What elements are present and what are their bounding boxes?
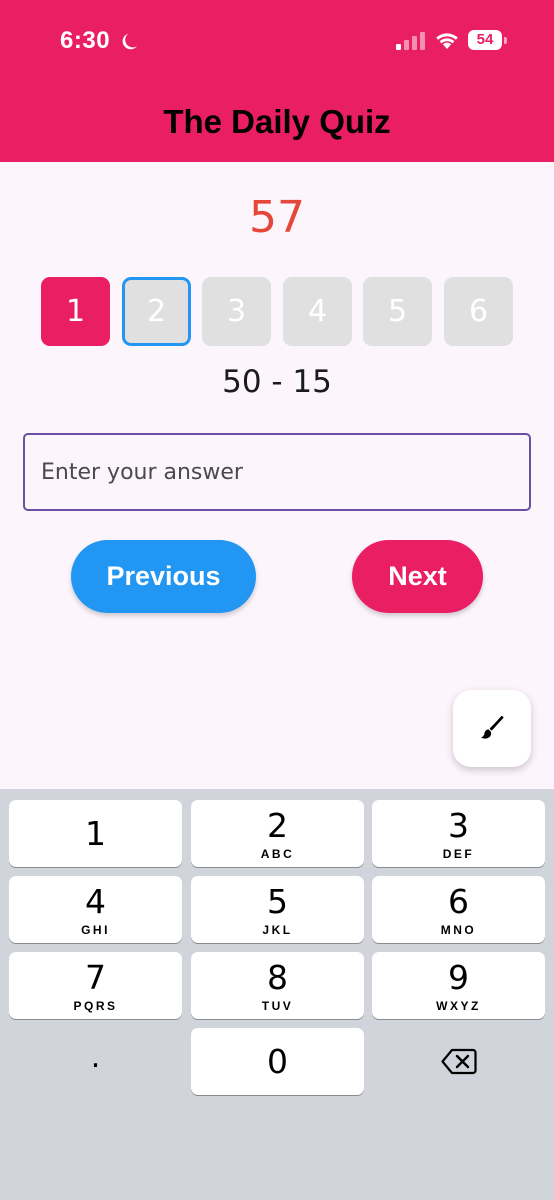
key-digit: 8 [267,958,288,997]
key-digit: 7 [85,958,106,997]
key-digit: 1 [85,814,106,853]
question-tile-3[interactable]: 3 [202,277,271,346]
signal-icon [396,32,425,50]
question-tile-4[interactable]: 4 [283,277,352,346]
status-time: 6:30 [60,27,111,54]
brush-icon [481,715,504,739]
key-1[interactable]: 1 [9,800,182,867]
key-7[interactable]: 7 PQRS [9,952,182,1019]
key-digit: 2 [267,806,288,845]
key-9[interactable]: 9 WXYZ [372,952,545,1019]
key-letters: DEF [442,847,475,861]
battery-level: 54 [476,31,494,48]
key-delete[interactable] [372,1028,545,1095]
key-digit: 6 [448,882,469,921]
brush-button[interactable] [453,690,531,767]
answer-input[interactable] [23,433,531,511]
key-dot-label: . [90,1040,101,1075]
numeric-keyboard: 1 2 ABC 3 DEF 4 GHI 5 JKL 6 MNO 7 PQRS 8… [0,789,554,1200]
moon-icon [122,33,138,50]
question-tile-2[interactable]: 2 [122,277,191,346]
problem-text: 50 - 15 [222,364,332,400]
previous-button[interactable]: Previous [71,540,256,613]
next-button[interactable]: Next [352,540,483,613]
key-digit: 9 [448,958,469,997]
backspace-icon [441,1048,477,1075]
key-0[interactable]: 0 [191,1028,364,1095]
key-letters: JKL [262,923,293,937]
key-6[interactable]: 6 MNO [372,876,545,943]
key-digit: 4 [85,882,106,921]
question-tile-1[interactable]: 1 [41,277,110,346]
key-digit: 5 [267,882,288,921]
key-8[interactable]: 8 TUV [191,952,364,1019]
wifi-icon [436,33,458,49]
key-letters: GHI [81,923,110,937]
key-4[interactable]: 4 GHI [9,876,182,943]
battery-icon: 54 [468,30,508,52]
key-letters: WXYZ [436,999,481,1013]
app-bar: The Daily Quiz [0,85,554,162]
page-title: The Daily Quiz [163,103,391,140]
key-5[interactable]: 5 JKL [191,876,364,943]
status-bar: 6:30 54 [0,0,554,85]
key-2[interactable]: 2 ABC [191,800,364,867]
question-tile-6[interactable]: 6 [444,277,513,346]
key-dot[interactable]: . [9,1028,182,1095]
question-tile-5[interactable]: 5 [363,277,432,346]
key-letters: ABC [260,847,295,861]
key-letters: TUV [261,999,294,1013]
key-3[interactable]: 3 DEF [372,800,545,867]
key-letters: MNO [440,923,477,937]
question-tiles: 1 2 3 4 5 6 [41,277,521,347]
score-display: 57 [249,192,305,243]
key-digit: 0 [267,1042,288,1081]
key-digit: 3 [448,806,469,845]
key-letters: PQRS [73,999,118,1013]
